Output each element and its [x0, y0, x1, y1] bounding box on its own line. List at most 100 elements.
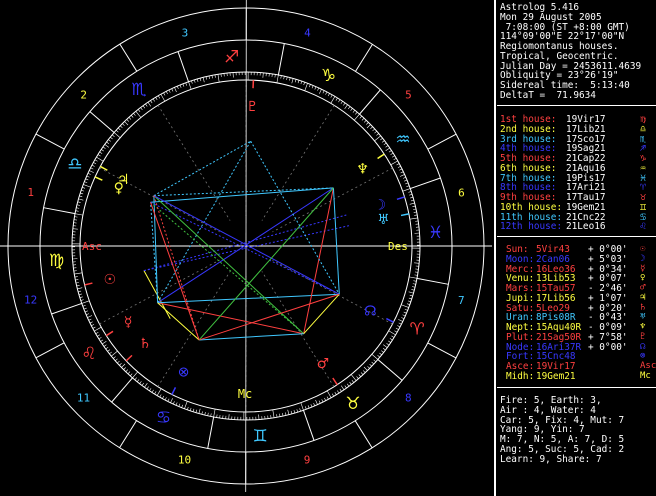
degree-tick [380, 137, 383, 141]
degree-tick [330, 94, 333, 98]
aspect-line [157, 187, 334, 304]
degree-tick [78, 198, 84, 201]
degree-tick [171, 88, 174, 92]
degree-tick [307, 405, 310, 409]
degree-tick [413, 208, 417, 210]
degree-tick [100, 339, 104, 342]
degree-tick [355, 111, 358, 115]
degree-tick [371, 354, 379, 360]
degree-tick [123, 367, 126, 370]
degree-tick [80, 192, 84, 195]
degree-tick [403, 311, 407, 314]
degree-tick [149, 388, 152, 391]
degree-tick [335, 97, 338, 101]
planet-glyph-icon: Mc [640, 370, 651, 381]
planet-tick [94, 176, 103, 181]
degree-tick [157, 95, 161, 99]
aspect-line [150, 201, 340, 295]
degree-tick [108, 139, 111, 142]
degree-tick [137, 109, 141, 112]
degree-tick [379, 352, 382, 356]
degree-tick [334, 391, 337, 395]
degree-tick [102, 340, 107, 345]
degree-tick [390, 152, 394, 155]
degree-tick [151, 389, 154, 393]
degree-tick [272, 409, 275, 418]
degree-tick [404, 179, 408, 182]
degree-tick [363, 366, 368, 371]
planet-tick [332, 377, 338, 386]
degree-tick [376, 133, 379, 136]
degree-tick [409, 202, 415, 205]
degree-tick [192, 408, 195, 412]
degree-tick [111, 350, 118, 357]
degree-tick [80, 299, 84, 301]
degree-tick [381, 140, 385, 143]
degree-tick [82, 187, 86, 189]
degree-tick [76, 207, 80, 209]
degree-tick [110, 136, 113, 140]
aspect-line [153, 195, 159, 303]
sign-boundary [302, 410, 315, 441]
degree-tick [389, 338, 393, 341]
degree-tick [347, 106, 351, 110]
degree-tick [300, 402, 304, 411]
degree-tick [402, 176, 406, 179]
degree-tick [94, 326, 102, 332]
degree-tick [412, 205, 416, 208]
zodiac-sign-glyph-icon: ♏ [131, 80, 146, 100]
aspect-line [153, 195, 340, 295]
planet-tick [99, 165, 108, 171]
degree-tick [142, 105, 146, 109]
degree-tick [74, 213, 83, 216]
degree-tick [75, 210, 79, 212]
planet-name: Midh: [506, 370, 535, 382]
degree-tick [410, 196, 414, 199]
degree-tick [413, 280, 417, 282]
degree-tick [179, 84, 182, 88]
degree-tick [77, 287, 83, 290]
degree-tick [119, 363, 122, 366]
degree-tick [374, 135, 381, 142]
degree-tick [283, 76, 285, 80]
degree-tick [385, 147, 390, 152]
degree-tick [130, 115, 134, 118]
degree-tick [360, 372, 364, 375]
degree-tick [109, 351, 112, 355]
degree-tick [121, 363, 126, 368]
sign-boundary [177, 51, 190, 82]
header-line: DeltaT = 71.9634 [500, 89, 596, 101]
degree-tick [139, 381, 142, 384]
degree-tick [94, 159, 98, 162]
planet-position: 19Gem21 [536, 370, 576, 382]
sign-boundary [359, 89, 381, 115]
degree-tick [361, 117, 365, 121]
degree-tick [122, 123, 125, 126]
zodiac-sign-glyph-icon: ♉ [345, 394, 360, 414]
house-number: 8 [405, 391, 412, 404]
degree-tick [126, 119, 129, 122]
degree-tick [89, 170, 94, 173]
planet-tick [377, 153, 385, 160]
degree-tick [211, 75, 213, 79]
degree-tick [344, 104, 348, 109]
degree-tick [213, 409, 216, 418]
degree-tick [113, 356, 116, 359]
degree-tick [117, 127, 121, 131]
degree-tick [162, 395, 165, 399]
degree-tick [90, 167, 94, 170]
degree-tick [370, 126, 373, 129]
degree-tick [304, 406, 307, 410]
house-cusp-dotted [99, 259, 220, 325]
degree-tick [128, 117, 132, 120]
chart-wheel: ♈♉♊♋♌♍♎♏♐♑♒♓123 456789101112Asc DesMc☉☽☿♀♂… [0, 0, 492, 493]
degree-tick [150, 100, 153, 104]
degree-tick [135, 111, 142, 118]
degree-tick [406, 303, 410, 305]
degree-tick [76, 204, 80, 206]
degree-tick [321, 399, 324, 403]
house-cusp-row: 12th house: 21Leo16 ♌ [500, 222, 655, 232]
aspect-line [153, 140, 251, 197]
degree-tick [107, 349, 111, 352]
degree-tick [326, 390, 332, 398]
